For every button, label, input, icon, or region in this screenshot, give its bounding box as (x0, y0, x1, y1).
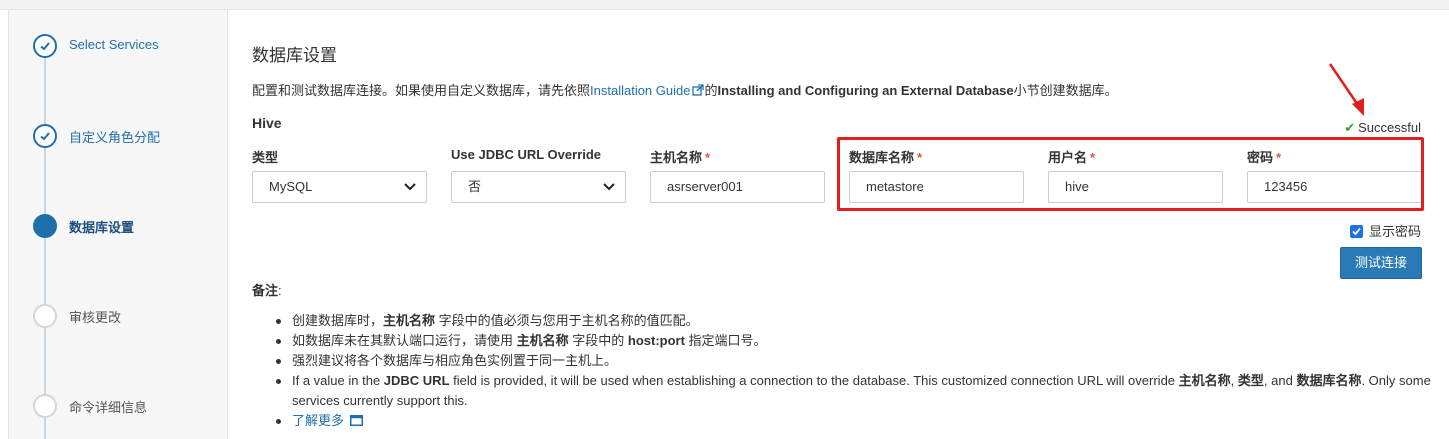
step-label: 审核更改 (69, 310, 122, 325)
field-label-text: Use JDBC URL Override (451, 147, 602, 162)
intro-text: 配置和测试数据库连接。如果使用自定义数据库，请先依照Installation G… (252, 80, 1118, 99)
field-label: 主机名称 * (650, 147, 825, 165)
notes-title: 备注: (252, 280, 282, 299)
field-label-text: 主机名称 (650, 150, 703, 165)
required-mark: * (705, 150, 711, 165)
section-title-hive: Hive (252, 115, 282, 131)
external-link-icon (692, 84, 705, 96)
note-text: 创建数据库时， (292, 313, 384, 328)
notes-title-text: 备注 (252, 283, 279, 298)
hostname-input[interactable]: asrserver001 (650, 171, 825, 203)
learn-more-link[interactable]: 了解更多 (292, 413, 364, 428)
step-connector-line (44, 56, 46, 439)
installation-guide-link[interactable]: Installation Guide (590, 83, 705, 98)
wizard-sidebar: Select Services 自定义角色分配 数据库设置 审核更改 命令详细信… (8, 10, 228, 439)
list-item: 如数据库未在其默认端口运行，请使用 主机名称 字段中的 host:port 指定… (276, 331, 1446, 351)
field-label-text: 类型 (252, 150, 279, 165)
note-text: If a value in the (292, 373, 384, 388)
status-text: Successful (1358, 120, 1421, 135)
main-content: 数据库设置 配置和测试数据库连接。如果使用自定义数据库，请先依照Installa… (252, 0, 1442, 439)
note-bold: 主机名称 (516, 333, 569, 348)
note-text: field is provided, it will be used when … (449, 373, 1179, 388)
open-window-icon (350, 415, 364, 426)
input-value: asrserver001 (667, 179, 743, 194)
note-bold: host:port (627, 333, 685, 348)
step-custom-role-assignment[interactable]: 自定义角色分配 (33, 124, 233, 150)
list-item: If a value in the JDBC URL field is prov… (276, 371, 1446, 411)
jdbc-override-select[interactable]: 否 (451, 171, 626, 203)
field-db-type: 类型 MySQL (252, 147, 427, 203)
installation-guide-label: Installation Guide (590, 83, 691, 98)
step-database-setup[interactable]: 数据库设置 (33, 214, 233, 240)
connection-status: ✔ Successful (1344, 120, 1421, 136)
note-text: 字段中的值必须与您用于主机名称的值匹配。 (435, 313, 699, 328)
list-item: 强烈建议将各个数据库与相应角色实例置于同一主机上。 (276, 351, 1446, 371)
note-bold: 主机名称 (383, 313, 436, 328)
db-type-select[interactable]: MySQL (252, 171, 427, 203)
note-text: 指定端口号。 (684, 333, 767, 348)
page-title: 数据库设置 (252, 46, 337, 65)
note-bold: JDBC URL (383, 373, 450, 388)
show-password-checkbox[interactable]: 显示密码 (1349, 221, 1421, 240)
pending-step-icon (33, 394, 57, 418)
step-command-details[interactable]: 命令详细信息 (33, 394, 233, 420)
list-item: 创建数据库时，主机名称 字段中的值必须与您用于主机名称的值匹配。 (276, 311, 1446, 331)
note-bold: 类型 (1237, 373, 1264, 388)
select-value: MySQL (269, 179, 313, 194)
note-text: 字段中的 (568, 333, 628, 348)
learn-more-label: 了解更多 (292, 413, 345, 428)
note-bold: 主机名称 (1178, 373, 1231, 388)
intro-prefix: 配置和测试数据库连接。如果使用自定义数据库，请先依照 (252, 83, 591, 98)
field-label: 类型 (252, 147, 427, 165)
intro-bold: Installing and Configuring an External D… (717, 83, 1014, 98)
notes-list: 创建数据库时，主机名称 字段中的值必须与您用于主机名称的值匹配。 如数据库未在其… (276, 311, 1446, 431)
notes-title-colon: : (278, 283, 282, 298)
step-label: Select Services (69, 37, 159, 52)
annotation-highlight-box (837, 137, 1424, 211)
check-circle-icon (33, 34, 57, 58)
pending-step-icon (33, 304, 57, 328)
check-circle-icon (33, 124, 57, 148)
show-password-label: 显示密码 (1368, 224, 1421, 239)
step-label: 命令详细信息 (69, 400, 148, 415)
checkbox-checked-icon[interactable] (1349, 225, 1363, 238)
note-text: 强烈建议将各个数据库与相应角色实例置于同一主机上。 (292, 353, 618, 368)
field-hostname: 主机名称 * asrserver001 (650, 147, 825, 203)
intro-suffix: 小节创建数据库。 (1013, 83, 1118, 98)
annotation-arrow-icon (1328, 63, 1364, 116)
step-label: 自定义角色分配 (69, 130, 161, 145)
field-jdbc-override: Use JDBC URL Override 否 (451, 147, 626, 203)
select-value: 否 (468, 179, 482, 194)
note-text: , (1230, 373, 1238, 388)
intro-mid: 的 (704, 83, 718, 98)
note-text: , and (1263, 373, 1297, 388)
test-connection-button[interactable]: 测试连接 (1340, 247, 1422, 279)
current-step-icon (33, 214, 57, 238)
list-item: 了解更多 (276, 411, 1446, 431)
chevron-down-icon (404, 183, 416, 191)
checkmark-icon: ✔ (1344, 120, 1356, 135)
note-bold: 数据库名称 (1296, 373, 1362, 388)
field-label: Use JDBC URL Override (451, 147, 626, 165)
step-label: 数据库设置 (69, 220, 135, 235)
chevron-down-icon (603, 183, 615, 191)
note-text: 如数据库未在其默认端口运行，请使用 (292, 333, 517, 348)
step-review-changes[interactable]: 审核更改 (33, 304, 233, 330)
step-select-services[interactable]: Select Services (33, 34, 233, 60)
